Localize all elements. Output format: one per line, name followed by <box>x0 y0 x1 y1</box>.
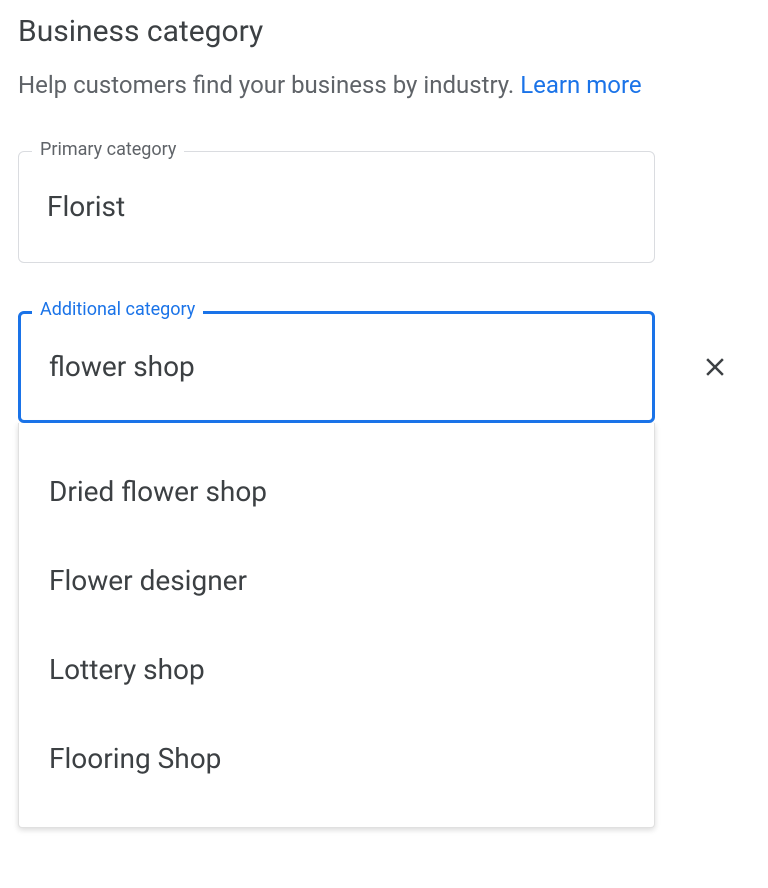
suggestion-item[interactable]: Flooring Shop <box>19 714 654 803</box>
additional-category-input[interactable] <box>18 311 655 423</box>
clear-button[interactable] <box>695 347 735 387</box>
primary-category-input[interactable] <box>18 151 655 263</box>
suggestion-item[interactable]: Lottery shop <box>19 625 654 714</box>
primary-category-field: Primary category <box>18 151 750 263</box>
additional-category-label: Additional category <box>32 299 203 320</box>
suggestions-dropdown: Dried flower shop Flower designer Lotter… <box>18 423 655 828</box>
help-description: Help customers find your business by ind… <box>18 71 520 99</box>
learn-more-link[interactable]: Learn more <box>520 71 641 99</box>
additional-category-field: Additional category <box>18 311 750 423</box>
suggestion-item[interactable]: Dried flower shop <box>19 447 654 536</box>
help-text: Help customers find your business by ind… <box>18 69 750 103</box>
primary-category-label: Primary category <box>32 139 184 160</box>
close-icon <box>700 352 730 382</box>
page-title: Business category <box>18 14 750 49</box>
suggestion-item[interactable]: Flower designer <box>19 536 654 625</box>
